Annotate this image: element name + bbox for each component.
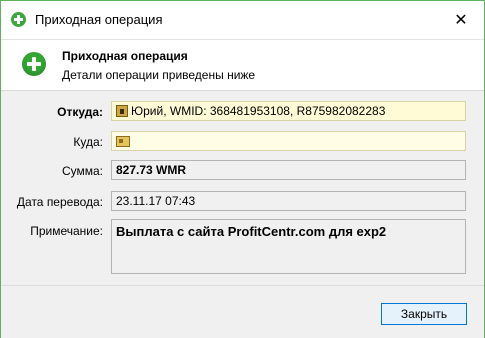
webmoney-passport-icon xyxy=(116,105,128,117)
note-value: Выплата с сайта ProfitCentr.com для exp2 xyxy=(116,224,387,239)
dialog-header: Приходная операция Детали операции приве… xyxy=(1,39,484,91)
dialog-window: Приходная операция ✕ Приходная операция … xyxy=(0,0,485,338)
amount-value: 827.73 WMR xyxy=(116,163,187,177)
plus-circle-icon xyxy=(11,12,26,27)
from-value: Юрий, WMID: 368481953108, R875982082283 xyxy=(131,104,386,118)
to-label: Куда: xyxy=(73,135,103,149)
title-bar: Приходная операция ✕ xyxy=(1,1,484,39)
date-field: 23.11.17 07:43 xyxy=(111,191,466,211)
header-title: Приходная операция xyxy=(62,49,188,63)
note-field: Выплата с сайта ProfitCentr.com для exp2 xyxy=(111,219,466,274)
amount-label: Сумма: xyxy=(61,164,103,178)
from-field[interactable]: Юрий, WMID: 368481953108, R875982082283 xyxy=(111,101,466,121)
window-title: Приходная операция xyxy=(35,12,163,27)
date-value: 23.11.17 07:43 xyxy=(116,194,196,208)
plus-circle-icon xyxy=(22,52,46,76)
close-icon[interactable]: ✕ xyxy=(438,1,484,39)
amount-field: 827.73 WMR xyxy=(111,160,466,180)
note-label: Примечание: xyxy=(30,224,103,238)
from-label: Откуда: xyxy=(57,105,103,119)
date-label: Дата перевода: xyxy=(16,195,103,209)
to-field[interactable] xyxy=(111,131,466,151)
close-button[interactable]: Закрыть xyxy=(381,303,467,325)
header-subtitle: Детали операции приведены ниже xyxy=(62,68,256,82)
dialog-footer: Закрыть xyxy=(1,285,484,338)
purse-card-icon xyxy=(116,135,130,147)
